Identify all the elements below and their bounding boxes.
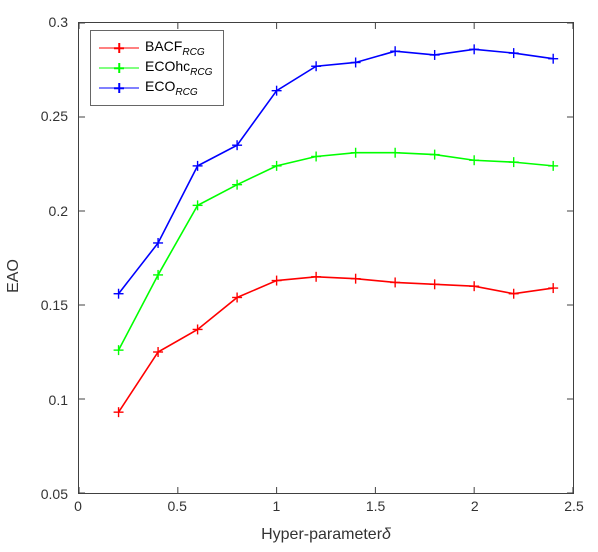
legend-label: ECORCG — [145, 78, 198, 98]
legend-label: BACFRCG — [145, 38, 205, 58]
y-tick: 0.1 — [34, 392, 68, 408]
x-axis-label-delta: δ — [382, 526, 391, 543]
legend-item: ECORCG — [99, 79, 213, 97]
series-line — [119, 153, 554, 350]
y-tick: 0.2 — [34, 203, 68, 219]
x-axis-label-base: Hyper-parameter — [261, 526, 382, 543]
legend-label: ECOhcRCG — [145, 58, 213, 78]
chart-figure: EAO Hyper-parameterδ 0 0.5 1 1.5 2 2.5 0.05 0.… — [0, 0, 598, 552]
series-line — [119, 277, 554, 412]
y-tick: 0.25 — [34, 108, 68, 124]
legend-swatch — [99, 39, 139, 57]
y-tick: 0.05 — [34, 486, 68, 502]
legend: BACFRCGECOhcRCGECORCG — [90, 30, 224, 106]
x-tick: 1.5 — [366, 498, 385, 514]
y-axis-label: EAO — [5, 259, 23, 293]
x-tick: 1 — [272, 498, 280, 514]
legend-item: BACFRCG — [99, 39, 213, 57]
x-tick: 0.5 — [167, 498, 186, 514]
legend-item: ECOhcRCG — [99, 59, 213, 77]
y-tick: 0.15 — [34, 297, 68, 313]
x-axis-label: Hyper-parameterδ — [261, 526, 391, 544]
x-tick: 0 — [74, 498, 82, 514]
y-tick: 0.3 — [34, 14, 68, 30]
legend-swatch — [99, 59, 139, 77]
x-tick: 2 — [471, 498, 479, 514]
legend-swatch — [99, 79, 139, 97]
x-tick: 2.5 — [564, 498, 583, 514]
